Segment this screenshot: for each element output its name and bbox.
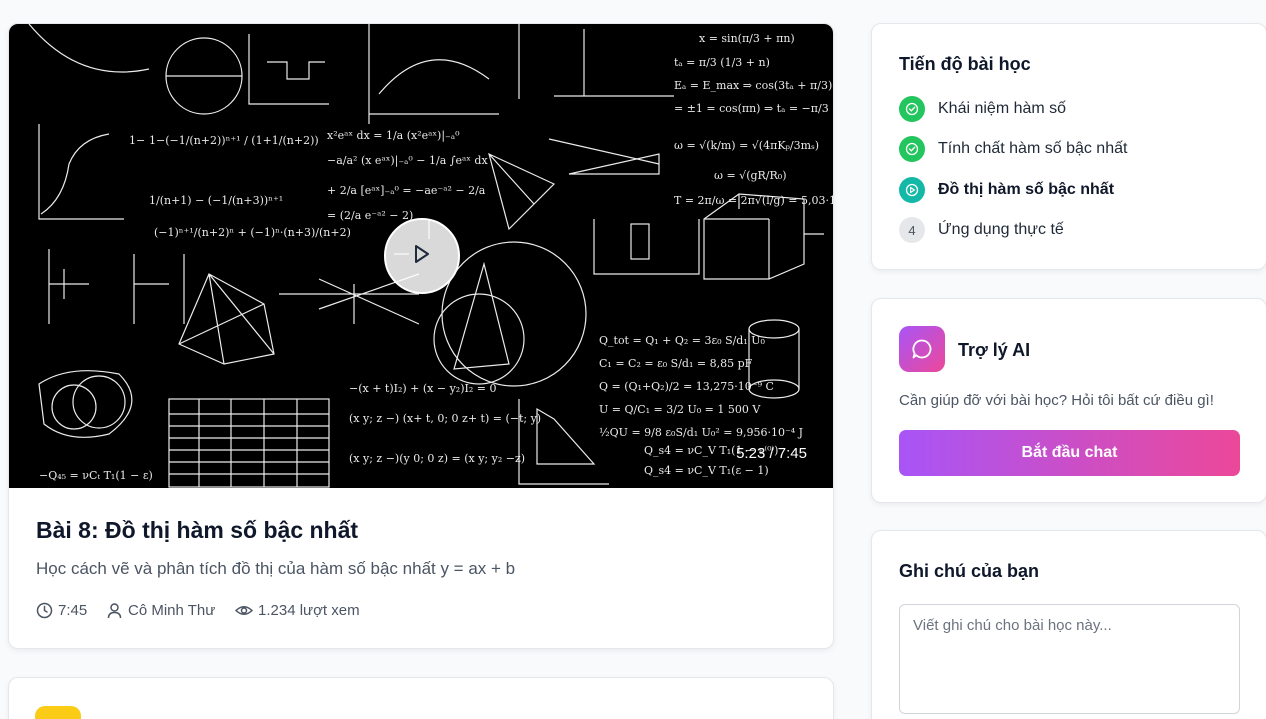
progress-step-4[interactable]: 4 Ứng dụng thực tế <box>899 217 1064 243</box>
svg-text:x²eᵃˣ dx = 1/a (x²eᵃˣ)|₋ₐ⁰: x²eᵃˣ dx = 1/a (x²eᵃˣ)|₋ₐ⁰ <box>327 129 460 143</box>
progress-step-3[interactable]: Đồ thị hàm số bậc nhất <box>899 177 1114 203</box>
notes-textarea[interactable] <box>899 604 1240 714</box>
lesson-teacher-text: Cô Minh Thư <box>128 602 216 619</box>
svg-text:ω = √(k/m) = √(4πKₚ/3mₛ): ω = √(k/m) = √(4πKₚ/3mₛ) <box>674 139 819 152</box>
play-circle-icon <box>899 177 925 203</box>
svg-text:Q_tot = Q₁ + Q₂ = 3ε₀ S/d₁ U₀: Q_tot = Q₁ + Q₂ = 3ε₀ S/d₁ U₀ <box>599 334 766 347</box>
chat-bubble-icon <box>899 326 945 372</box>
svg-text:(x y; z −)(y 0; 0 z) = (x y; y: (x y; z −)(y 0; 0 z) = (x y; y₂ −z) <box>349 452 525 465</box>
svg-text:= (2/a e⁻ᵃ² − 2): = (2/a e⁻ᵃ² − 2) <box>327 209 413 222</box>
lesson-title: Bài 8: Đồ thị hàm số bậc nhất <box>36 517 359 543</box>
video-time-readout: 5:23 / 7:45 <box>736 445 807 462</box>
play-button[interactable] <box>384 218 460 294</box>
video-player[interactable]: ω = √(k/m) = √(4πKₚ/3mₛ) ω = √(gR/R₀) T … <box>9 24 834 488</box>
svg-text:ω = √(gR/R₀): ω = √(gR/R₀) <box>714 169 787 182</box>
svg-text:x = sin(π/3 + πn): x = sin(π/3 + πn) <box>699 32 795 45</box>
lesson-description: Học cách vẽ và phân tích đồ thị của hàm … <box>36 559 516 578</box>
start-chat-button[interactable]: Bắt đầu chat <box>899 430 1240 476</box>
eye-icon <box>235 602 253 619</box>
progress-step-label: Khái niệm hàm số <box>938 100 1067 117</box>
progress-step-label: Ứng dụng thực tế <box>938 221 1064 238</box>
svg-text:= ±1 = cos(πn) ⇒ tₐ = −π/3: = ±1 = cos(πn) ⇒ tₐ = −π/3 <box>674 102 829 115</box>
check-icon <box>899 96 925 122</box>
svg-text:Q = (Q₁+Q₂)/2 = 13,275·10⁻⁹ C: Q = (Q₁+Q₂)/2 = 13,275·10⁻⁹ C <box>599 380 774 393</box>
next-section-card <box>8 677 834 719</box>
svg-text:tₐ = π/3 (1/3 + n): tₐ = π/3 (1/3 + n) <box>674 56 770 69</box>
svg-text:(x y; z −) (x+ t, 0; 0 z+ t) =: (x y; z −) (x+ t, 0; 0 z+ t) = (−t; y) <box>349 412 541 425</box>
lesson-views-text: 1.234 lượt xem <box>258 602 360 619</box>
svg-text:−(x + t)I₂) + (x − y₂)I₂ = 0: −(x + t)I₂) + (x − y₂)I₂ = 0 <box>349 382 496 395</box>
svg-text:T = 2π/ω = 2π√(l/g) = 5,03·10⁻: T = 2π/ω = 2π√(l/g) = 5,03·10⁻⁸s <box>674 194 834 207</box>
section-icon <box>35 706 81 719</box>
progress-step-label: Đồ thị hàm số bậc nhất <box>938 181 1115 198</box>
notes-card: Ghi chú của bạn <box>871 530 1266 719</box>
lesson-video-card: ω = √(k/m) = √(4πKₚ/3mₛ) ω = √(gR/R₀) T … <box>8 23 834 649</box>
lesson-progress-card: Tiến độ bài học Khái niệm hàm số Tính ch… <box>871 23 1266 270</box>
svg-text:+ 2/a [eᵃˣ]₋ₐ⁰ = −ae⁻ᵃ² − 2/a: + 2/a [eᵃˣ]₋ₐ⁰ = −ae⁻ᵃ² − 2/a <box>327 184 486 197</box>
svg-text:−Q₄₅ = νCₜ T₁(1 − ε): −Q₄₅ = νCₜ T₁(1 − ε) <box>39 469 153 482</box>
lesson-duration: 7:45 <box>36 602 87 619</box>
svg-text:(−1)ⁿ⁺¹/(n+2)ⁿ + (−1)ⁿ·(n+3)/(: (−1)ⁿ⁺¹/(n+2)ⁿ + (−1)ⁿ·(n+3)/(n+2) <box>154 226 351 239</box>
progress-step-2[interactable]: Tính chất hàm số bậc nhất <box>899 136 1127 162</box>
svg-text:−a/a² (x eᵃˣ)|₋ₐ⁰ − 1/a ∫eᵃˣ d: −a/a² (x eᵃˣ)|₋ₐ⁰ − 1/a ∫eᵃˣ dx <box>327 154 488 168</box>
svg-text:Eₐ = E_max ⇒ cos(3tₐ + π/3) =: Eₐ = E_max ⇒ cos(3tₐ + π/3) = 1 <box>674 79 834 92</box>
lesson-duration-text: 7:45 <box>58 602 88 619</box>
ai-assistant-card: Trợ lý AI Cần giúp đỡ với bài học? Hỏi t… <box>871 298 1266 503</box>
play-icon <box>413 244 431 269</box>
check-icon <box>899 136 925 162</box>
svg-text:U = Q/C₁ = 3/2 U₀ = 1 500 V: U = Q/C₁ = 3/2 U₀ = 1 500 V <box>599 403 761 416</box>
svg-text:1/(n+1) − (−1/(n+3))ⁿ⁺¹: 1/(n+1) − (−1/(n+3))ⁿ⁺¹ <box>149 194 283 207</box>
svg-text:1−(−1/(n+2))ⁿ⁺¹ / (1+1/(n+2)): 1−(−1/(n+2))ⁿ⁺¹ / (1+1/(n+2)) <box>149 134 319 147</box>
progress-title: Tiến độ bài học <box>899 54 1031 74</box>
notes-title: Ghi chú của bạn <box>899 561 1040 581</box>
ai-assistant-description: Cần giúp đỡ với bài học? Hỏi tôi bất cứ … <box>899 392 1214 409</box>
progress-step-1[interactable]: Khái niệm hàm số <box>899 96 1066 122</box>
step-number-badge: 4 <box>899 217 925 243</box>
svg-text:C₁ = C₂ = ε₀ S/d₁ = 8,85 pF: C₁ = C₂ = ε₀ S/d₁ = 8,85 pF <box>599 357 753 370</box>
lesson-teacher: Cô Minh Thư <box>106 602 215 619</box>
svg-text:1−: 1− <box>129 134 145 147</box>
progress-step-label: Tính chất hàm số bậc nhất <box>938 140 1128 157</box>
ai-assistant-title: Trợ lý AI <box>958 340 1031 360</box>
user-icon <box>106 602 123 619</box>
svg-text:Q_s4 = νC_V T₁(ε − 1): Q_s4 = νC_V T₁(ε − 1) <box>644 464 769 477</box>
clock-icon <box>36 602 53 619</box>
svg-text:½QU = 9/8 ε₀S/d₁ U₀² = 9,956·1: ½QU = 9/8 ε₀S/d₁ U₀² = 9,956·10⁻⁴ J <box>599 426 803 439</box>
lesson-views: 1.234 lượt xem <box>235 602 360 619</box>
